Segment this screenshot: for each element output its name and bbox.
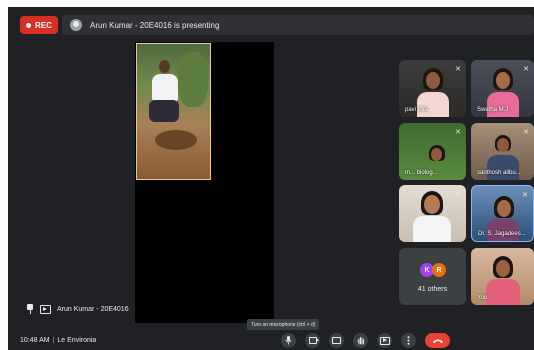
presenter-avatar-icon <box>70 19 82 31</box>
participant-body <box>417 92 449 117</box>
mic-tooltip: Turn on microphone (ctrl + d) <box>247 319 320 330</box>
microphone-button[interactable] <box>281 333 296 348</box>
soil-mound <box>155 130 197 150</box>
record-dot-icon <box>26 22 32 28</box>
person-pants <box>149 100 179 122</box>
microphone-icon <box>285 336 292 345</box>
raise-hand-button[interactable] <box>353 333 368 348</box>
captions-button[interactable] <box>329 333 344 348</box>
participant-name: pavi thra <box>405 107 429 113</box>
present-now-button[interactable] <box>377 333 392 348</box>
recording-badge[interactable]: REC <box>20 16 58 34</box>
participant-body <box>487 155 519 180</box>
participant-name: Swetha M.J <box>477 107 509 113</box>
recording-label: REC <box>35 20 52 30</box>
participant-body <box>487 92 519 117</box>
end-call-icon <box>432 339 443 343</box>
participant-face <box>496 72 510 89</box>
raise-hand-icon <box>357 337 364 345</box>
presenter-label: Arun Kumar - 20E4016 <box>26 304 129 314</box>
participant-tile-active-speaker[interactable]: ✕ Dr. S. Jagadees... <box>471 185 534 242</box>
pin-icon[interactable] <box>26 304 34 314</box>
participant-tile[interactable]: ✕ Swetha M.J <box>471 60 534 117</box>
participant-name: santhosh alibu... <box>477 170 521 176</box>
participant-face <box>496 260 510 277</box>
self-tile[interactable]: You <box>471 248 534 305</box>
participant-body <box>413 216 451 242</box>
participant-face <box>431 148 442 161</box>
participant-face <box>426 72 440 89</box>
presenting-banner: Arun Kumar - 20E4016 is presenting <box>62 15 534 35</box>
presenting-text: Arun Kumar - 20E4016 is presenting <box>90 20 220 30</box>
person-head <box>159 60 170 73</box>
participant-tile[interactable]: ✕ santhosh alibu... <box>471 123 534 180</box>
participant-face <box>497 138 509 152</box>
mic-muted-icon: ✕ <box>523 66 529 73</box>
camera-button[interactable] <box>305 333 320 348</box>
others-tile[interactable]: K R 41 others <box>399 248 466 305</box>
more-vertical-icon <box>407 336 410 345</box>
participant-face <box>424 195 440 214</box>
presenter-name: Arun Kumar - 20E4016 <box>57 305 129 313</box>
clock-time: 10:48 AM <box>20 337 50 344</box>
participant-tile[interactable]: ✕ pavi thra <box>399 60 466 117</box>
meeting-info: 10:48 AM | Le Environia <box>20 337 96 344</box>
participant-face <box>497 200 511 217</box>
participant-tile[interactable]: ✕ m... biolog... <box>399 123 466 180</box>
participant-name: m... biolog... <box>405 170 438 176</box>
participant-body <box>486 279 520 305</box>
leave-call-button[interactable] <box>425 333 450 348</box>
mic-muted-icon: ✕ <box>523 129 529 136</box>
meeting-name: Le Environia <box>57 337 97 344</box>
others-avatars: K R <box>420 263 446 277</box>
mic-muted-icon: ✕ <box>455 129 461 136</box>
presented-photo <box>136 43 211 180</box>
plant-leaves <box>178 52 208 107</box>
mic-muted-icon: ✕ <box>455 66 461 73</box>
camera-icon <box>308 337 319 344</box>
mic-muted-icon: ✕ <box>522 192 528 199</box>
more-options-button[interactable] <box>401 333 416 348</box>
participant-name: Dr. S. Jagadees... <box>478 231 526 237</box>
present-icon <box>379 336 390 345</box>
presentation-view[interactable] <box>135 42 274 323</box>
person-shirt <box>152 74 178 102</box>
participant-tile[interactable]: ✕ <box>399 185 466 242</box>
present-screen-icon <box>40 304 51 314</box>
avatar: R <box>432 263 446 277</box>
self-label: You <box>477 295 488 301</box>
captions-icon <box>332 337 341 344</box>
mic-muted-icon: ✕ <box>455 191 461 198</box>
meet-window: REC Arun Kumar - 20E4016 is presenting A… <box>8 7 534 350</box>
others-count: 41 others <box>417 286 448 293</box>
separator: | <box>52 337 55 344</box>
